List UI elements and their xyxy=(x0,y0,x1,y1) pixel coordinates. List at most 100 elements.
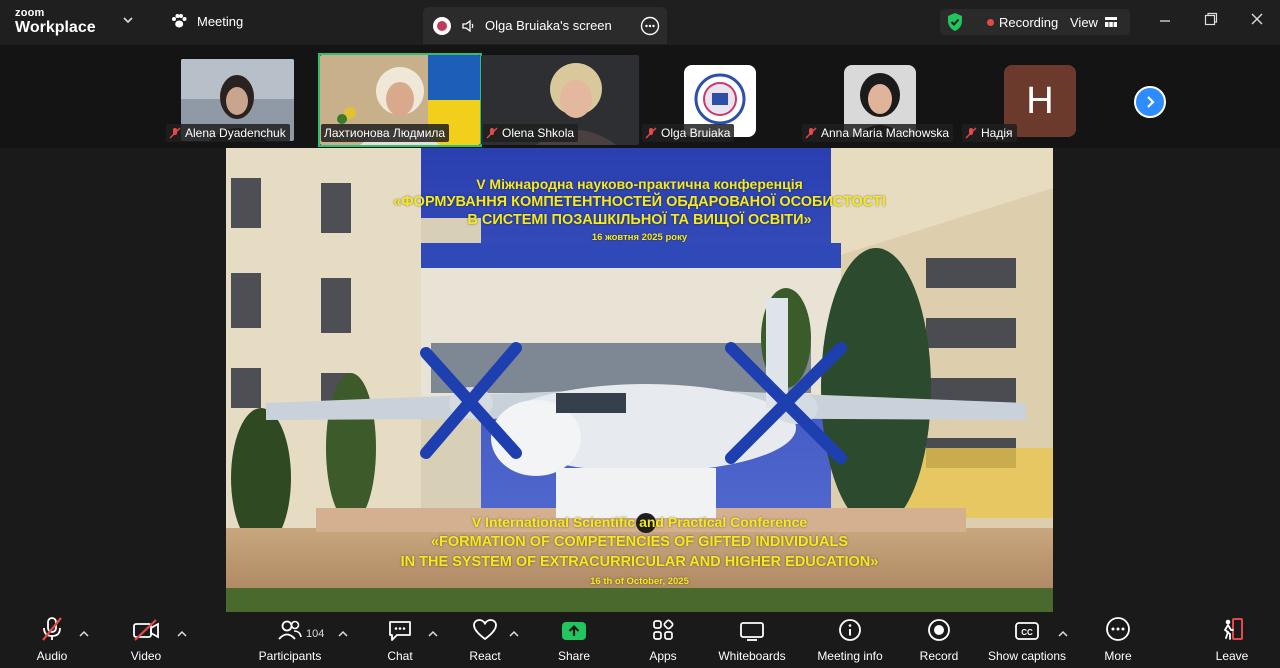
participant-name-tag: Anna Maria Machowska xyxy=(802,124,954,142)
slide-subtitle-ua-1: «ФОРМУВАННЯ КОМПЕТЕНТНОСТЕЙ ОБДАРОВАНОЇ … xyxy=(393,194,886,210)
chat-button[interactable]: Chat xyxy=(380,612,420,668)
participant-tile[interactable]: H Надія xyxy=(960,55,1120,145)
audio-button[interactable]: Audio xyxy=(30,612,74,668)
meeting-info-button[interactable]: Meeting info xyxy=(810,612,890,668)
mic-muted-icon xyxy=(965,127,977,139)
participant-name-tag: Alena Dyadenchuk xyxy=(166,124,290,142)
more-options-icon[interactable] xyxy=(640,16,660,36)
participant-tile[interactable]: Olena Shkola xyxy=(481,55,641,145)
participant-name-tag: Olena Shkola xyxy=(483,124,579,142)
video-label: Video xyxy=(130,649,162,663)
participant-tile-active[interactable]: Лахтионова Людмила xyxy=(318,53,482,147)
show-captions-button[interactable]: CC Show captions xyxy=(985,612,1069,668)
participant-tile[interactable]: Alena Dyadenchuk xyxy=(164,55,324,145)
more-button[interactable]: More xyxy=(1098,612,1138,668)
shield-check-icon xyxy=(948,13,962,31)
record-label: Record xyxy=(919,649,959,663)
video-button[interactable]: Video xyxy=(124,612,168,668)
captions-options-caret-icon[interactable] xyxy=(1058,630,1068,638)
mic-muted-icon xyxy=(805,127,817,139)
apps-icon xyxy=(653,619,674,640)
app-logo: zoom Workplace xyxy=(15,8,96,36)
chevron-down-icon[interactable] xyxy=(122,14,134,26)
top-bar: zoom Workplace Meeting Olga Bruiaka's sc… xyxy=(0,0,1280,45)
meeting-info-label: Meeting info xyxy=(817,649,883,663)
participants-options-caret-icon[interactable] xyxy=(338,630,348,638)
participant-name: Лахтионова Людмила xyxy=(324,126,446,140)
paw-icon xyxy=(172,14,187,28)
whiteboard-icon xyxy=(740,622,764,641)
participants-button[interactable]: Participants xyxy=(256,612,324,668)
meeting-label: Meeting xyxy=(197,13,244,29)
leave-icon xyxy=(1223,618,1243,640)
more-label: More xyxy=(1104,649,1132,663)
participant-gallery-strip: Alena Dyadenchuk Лахтионова Людмила Olen… xyxy=(0,45,1280,148)
audio-label: Audio xyxy=(36,649,68,663)
whiteboards-button[interactable]: Whiteboards xyxy=(712,612,792,668)
sharer-avatar-icon xyxy=(433,16,451,35)
participant-name: Надія xyxy=(981,126,1013,140)
chat-options-caret-icon[interactable] xyxy=(428,630,438,638)
grid-view-icon xyxy=(1104,17,1117,27)
heart-icon xyxy=(473,619,497,641)
slide-subtitle-en-2: IN THE SYSTEM OF EXTRACURRICULAR AND HIG… xyxy=(400,554,879,570)
participant-name: Anna Maria Machowska xyxy=(821,126,950,140)
recording-dot-icon xyxy=(987,18,994,26)
participants-label: Participants xyxy=(258,649,322,663)
close-icon[interactable] xyxy=(1250,12,1264,26)
apps-label: Apps xyxy=(649,649,677,663)
screen-label: Olga Bruiaka's screen xyxy=(485,18,612,33)
participant-name-tag: Olga Bruiaka xyxy=(642,124,735,142)
audio-options-caret-icon[interactable] xyxy=(79,630,89,638)
mic-muted-icon xyxy=(486,127,498,139)
participants-count: 104 xyxy=(306,628,325,640)
leave-button[interactable]: Leave xyxy=(1212,612,1252,668)
recording-label: Recording xyxy=(999,14,1059,30)
participant-name: Olga Bruiaka xyxy=(661,126,731,140)
share-button[interactable]: Share xyxy=(553,612,595,668)
video-off-icon xyxy=(133,619,159,641)
view-button[interactable]: View xyxy=(1070,15,1118,30)
next-page-button[interactable] xyxy=(1134,86,1166,118)
share-label: Share xyxy=(557,649,591,663)
leave-label: Leave xyxy=(1215,649,1249,663)
meeting-toolbar: Audio Video Participants 104 Chat React … xyxy=(0,612,1280,668)
speaker-icon xyxy=(462,19,474,32)
participant-tile[interactable]: Anna Maria Machowska xyxy=(800,55,960,145)
participant-tile[interactable]: Olga Bruiaka xyxy=(640,55,800,145)
participant-name: Alena Dyadenchuk xyxy=(185,126,286,140)
participants-icon xyxy=(278,620,302,640)
video-options-caret-icon[interactable] xyxy=(177,630,187,638)
share-screen-icon xyxy=(562,622,586,640)
shared-screen-indicator[interactable]: Olga Bruiaka's screen xyxy=(423,7,667,44)
slide-subtitle-en-1: «FORMATION OF COMPETENCIES OF GIFTED IND… xyxy=(430,534,849,550)
slide-title-ua: V Міжнародна науково-практична конференц… xyxy=(476,176,803,192)
mic-muted-icon xyxy=(645,127,657,139)
view-label: View xyxy=(1070,14,1098,30)
apps-button[interactable]: Apps xyxy=(643,612,683,668)
show-captions-label: Show captions xyxy=(987,649,1067,663)
record-button[interactable]: Record xyxy=(917,612,961,668)
mic-muted-icon xyxy=(42,617,62,641)
brand-top: zoom xyxy=(15,7,45,19)
react-options-caret-icon[interactable] xyxy=(509,630,519,638)
slide-date-ua: 16 жовтня 2025 року xyxy=(591,232,688,243)
restore-icon[interactable] xyxy=(1204,12,1218,26)
react-label: React xyxy=(469,649,501,663)
record-icon xyxy=(928,619,950,641)
conference-slide: V Міжнародна науково-практична конференц… xyxy=(226,148,1053,612)
recording-status[interactable]: Recording View xyxy=(940,9,1130,35)
whiteboards-label: Whiteboards xyxy=(718,649,786,663)
shared-screen-area: V Міжнародна науково-практична конференц… xyxy=(0,148,1280,612)
react-button[interactable]: React xyxy=(465,612,505,668)
slide-title-en: V International Scientific and Practical… xyxy=(471,514,808,530)
svg-text:CC: CC xyxy=(1021,628,1033,637)
chat-icon xyxy=(389,621,411,641)
meeting-button[interactable]: Meeting xyxy=(170,13,243,29)
minimize-icon[interactable] xyxy=(1158,14,1172,28)
chevron-right-icon xyxy=(1147,96,1155,108)
slide-date-en: 16 th of October, 2025 xyxy=(590,576,689,587)
chat-label: Chat xyxy=(387,649,413,663)
slide-subtitle-ua-2: В СИСТЕМІ ПОЗАШКІЛЬНОЇ ТА ВИЩОЇ ОСВІТИ» xyxy=(467,212,812,228)
participant-name: Olena Shkola xyxy=(502,126,575,140)
